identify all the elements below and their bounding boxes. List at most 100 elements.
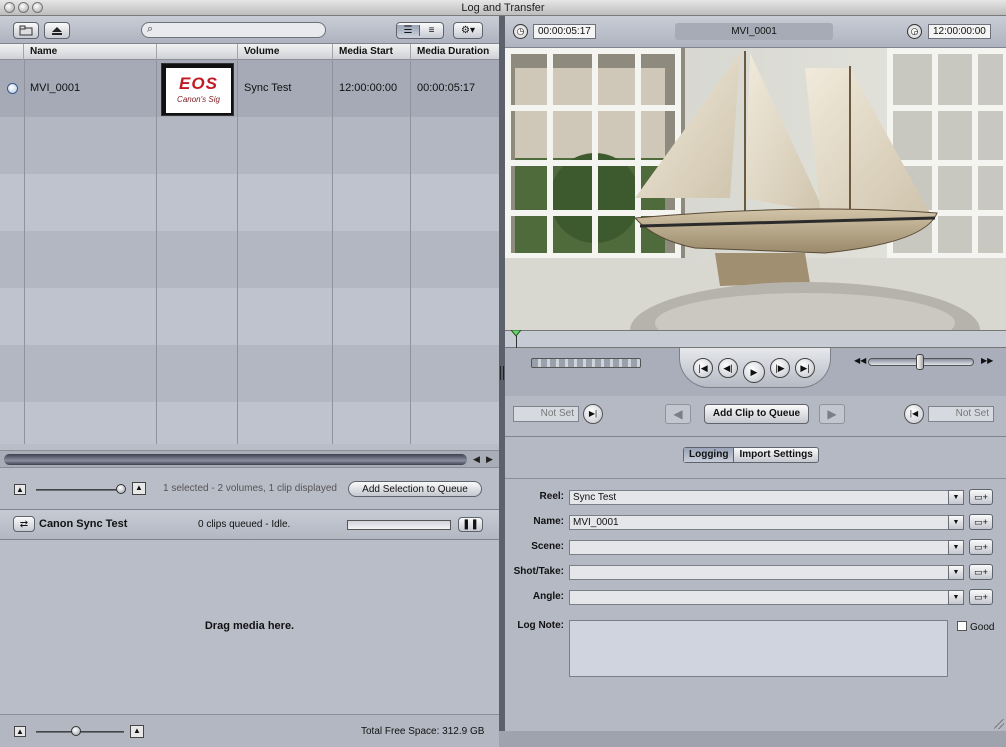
step-back-icon[interactable]: ◀|	[718, 358, 738, 378]
pause-icon: ❚❚	[462, 519, 479, 530]
logging-tabs: Logging Import Settings	[683, 447, 819, 463]
large-thumbnail-icon: ▲	[130, 725, 144, 738]
thumbnail-signature: Canon's Sig	[177, 95, 220, 104]
mark-in-button[interactable]: ▶|	[583, 404, 603, 424]
view-toggle: ☰ ≡	[396, 22, 444, 39]
close-window-icon[interactable]	[4, 2, 15, 13]
add-selection-to-queue-button[interactable]: Add Selection to Queue	[348, 481, 482, 497]
go-to-end-icon[interactable]: ▶|	[795, 358, 815, 378]
mark-in-icon: ▶|	[588, 409, 598, 418]
scroll-left-icon[interactable]: ◀	[473, 454, 480, 465]
folder-icon: ▭+	[974, 492, 988, 502]
tabs-divider	[505, 478, 1006, 479]
angle-folder-button[interactable]: ▭+	[969, 589, 993, 605]
tab-logging[interactable]: Logging	[684, 448, 735, 462]
action-menu-button[interactable]: ⚙▾	[453, 22, 483, 39]
resize-handle-icon[interactable]	[994, 719, 1004, 729]
folder-icon: ▭+	[974, 517, 988, 527]
pause-queue-button[interactable]: ❚❚	[458, 517, 483, 532]
log-note-field[interactable]	[569, 620, 948, 677]
good-checkbox[interactable]: Good	[957, 621, 994, 633]
column-divider	[410, 60, 411, 444]
scrollbar-thumb[interactable]	[4, 454, 467, 465]
checkbox-icon[interactable]	[957, 621, 967, 631]
mark-out-field[interactable]: Not Set	[928, 406, 994, 422]
name-dropdown[interactable]: ▼	[948, 515, 964, 530]
tab-import-settings[interactable]: Import Settings	[734, 448, 817, 462]
reel-dropdown[interactable]: ▼	[948, 490, 964, 505]
thumbnail-size-slider[interactable]	[36, 489, 124, 491]
outline-view-icon[interactable]: ≡	[420, 25, 443, 36]
video-viewer[interactable]	[505, 48, 1006, 330]
folder-icon: ▭+	[974, 592, 988, 602]
eject-icon	[52, 26, 62, 35]
scroll-right-icon[interactable]: ▶	[486, 454, 493, 465]
previous-clip-button[interactable]: ◀	[665, 404, 691, 424]
name-field[interactable]: MVI_0001	[569, 515, 949, 530]
viewer-toolbar: ◷ 00:00:05:17 MVI_0001 ◶ 12:00:00:00	[505, 16, 1006, 48]
chevron-down-icon: ▼	[952, 569, 960, 576]
mark-in-field[interactable]: Not Set	[513, 406, 579, 422]
shot-take-field[interactable]	[569, 565, 949, 580]
queue-progress-bar	[347, 520, 451, 530]
eject-button[interactable]	[44, 22, 70, 39]
divider-grip[interactable]	[500, 366, 504, 380]
clip-volume: Sync Test	[244, 82, 292, 94]
chevron-down-icon: ▼	[952, 544, 960, 551]
slider-knob[interactable]	[71, 726, 81, 736]
project-button[interactable]: ⇄	[13, 516, 35, 532]
mark-out-button[interactable]: |◀	[904, 404, 924, 424]
shot-take-label: Shot/Take:	[513, 566, 564, 577]
duration-timecode[interactable]: 00:00:05:17	[533, 24, 596, 39]
minimize-window-icon[interactable]	[18, 2, 29, 13]
playhead-icon[interactable]	[511, 330, 523, 340]
transport-panel: |◀ ◀| ▶ |▶ ▶|	[679, 348, 831, 388]
add-folder-button[interactable]	[13, 22, 39, 39]
section-divider	[505, 436, 1006, 437]
shuttle-knob[interactable]	[916, 354, 924, 370]
header-name[interactable]: Name	[24, 44, 157, 60]
column-divider	[24, 60, 25, 444]
window-title: Log and Transfer	[461, 2, 545, 14]
search-input[interactable]: ⌕	[141, 22, 326, 38]
playhead-line	[516, 336, 517, 348]
large-thumbnail-icon: ▲	[132, 482, 146, 495]
horizontal-scrollbar[interactable]: ◀ ▶	[0, 450, 499, 468]
free-space: Total Free Space: 312.9 GB	[361, 726, 485, 737]
angle-field[interactable]	[569, 590, 949, 605]
scene-field[interactable]	[569, 540, 949, 555]
header-media-start[interactable]: Media Start	[333, 44, 411, 60]
play-icon[interactable]: ▶	[743, 361, 765, 383]
header-thumbnail	[157, 44, 238, 60]
current-timecode[interactable]: 12:00:00:00	[928, 24, 991, 39]
zoom-window-icon[interactable]	[32, 2, 43, 13]
header-media-duration[interactable]: Media Duration	[411, 44, 499, 60]
slider-knob[interactable]	[116, 484, 126, 494]
table-row[interactable]: MVI_0001 EOS Canon's Sig Sync Test 12:00…	[0, 60, 499, 117]
name-folder-button[interactable]: ▭+	[969, 514, 993, 530]
next-clip-button[interactable]: ▶	[819, 404, 845, 424]
clip-status-icon[interactable]	[7, 83, 18, 94]
jog-control[interactable]	[531, 358, 641, 368]
header-select	[0, 44, 24, 60]
clip-media-duration: 00:00:05:17	[417, 82, 476, 94]
step-forward-icon[interactable]: |▶	[770, 358, 790, 378]
go-to-start-icon[interactable]: |◀	[693, 358, 713, 378]
empty-row	[0, 402, 499, 444]
queue-drop-zone[interactable]: Drag media here.	[0, 540, 499, 714]
scene-folder-button[interactable]: ▭+	[969, 539, 993, 555]
reel-folder-button[interactable]: ▭+	[969, 489, 993, 505]
reel-field[interactable]: Sync Test	[569, 490, 949, 505]
scrubber-bar[interactable]	[505, 330, 1006, 348]
header-volume[interactable]: Volume	[238, 44, 333, 60]
list-view-icon[interactable]: ☰	[397, 25, 421, 36]
browser-table-header: Name Volume Media Start Media Duration	[0, 44, 499, 60]
shot-take-folder-button[interactable]: ▭+	[969, 564, 993, 580]
shot-take-dropdown[interactable]: ▼	[948, 565, 964, 580]
scene-dropdown[interactable]: ▼	[948, 540, 964, 555]
empty-row	[0, 288, 499, 345]
transport-controls: |◀ ◀| ▶ |▶ ▶| ◀◀ ▶▶	[505, 348, 1006, 396]
add-clip-to-queue-button[interactable]: Add Clip to Queue	[704, 404, 809, 424]
browser-pane: ⌕ ☰ ≡ ⚙▾ Name Volume Media Start Media D…	[0, 16, 499, 747]
angle-dropdown[interactable]: ▼	[948, 590, 964, 605]
